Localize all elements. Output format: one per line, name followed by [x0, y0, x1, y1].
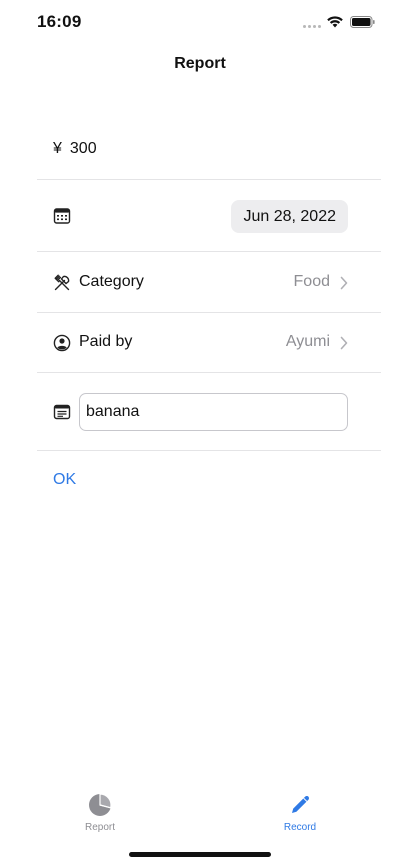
category-row[interactable]: Category Food: [37, 253, 381, 312]
category-label: Category: [79, 273, 144, 290]
pie-chart-icon: [89, 793, 112, 816]
divider: [37, 450, 381, 451]
tab-report[interactable]: Report: [40, 780, 160, 840]
status-bar: 16:09: [0, 0, 400, 44]
divider: [37, 251, 381, 252]
tab-report-label: Report: [84, 822, 115, 833]
person-circle-icon: [53, 334, 71, 352]
calendar-icon: [53, 208, 71, 224]
fork-knife-icon: [54, 274, 70, 291]
chevron-right-icon: [340, 276, 348, 290]
status-time: 16:09: [37, 12, 82, 31]
tab-bar: Report Record: [0, 780, 400, 840]
divider: [37, 179, 381, 180]
amount-field[interactable]: ¥ 300: [37, 137, 381, 161]
ok-button[interactable]: OK: [53, 471, 76, 489]
page-title: Report: [174, 55, 226, 72]
currency-symbol: ¥: [53, 140, 62, 157]
amount-value: 300: [69, 140, 97, 157]
chevron-right-icon: [340, 336, 348, 350]
tab-record-label: Record: [283, 822, 317, 833]
memo-input[interactable]: [79, 393, 348, 431]
paid-by-label: Paid by: [79, 333, 133, 350]
cellular-signal-icon: [303, 25, 321, 28]
battery-icon: [350, 16, 375, 28]
note-icon: [53, 404, 71, 420]
tab-record[interactable]: Record: [240, 780, 360, 840]
pencil-icon: [292, 796, 309, 813]
date-picker-button[interactable]: Jun 28, 2022: [231, 200, 348, 233]
date-row: Jun 28, 2022: [37, 181, 381, 251]
memo-row: [37, 373, 381, 450]
paid-by-row[interactable]: Paid by Ayumi: [37, 313, 381, 372]
wifi-icon: [327, 16, 343, 28]
category-value: Food: [293, 273, 330, 290]
home-indicator: [129, 852, 271, 857]
paid-by-value: Ayumi: [285, 333, 330, 350]
